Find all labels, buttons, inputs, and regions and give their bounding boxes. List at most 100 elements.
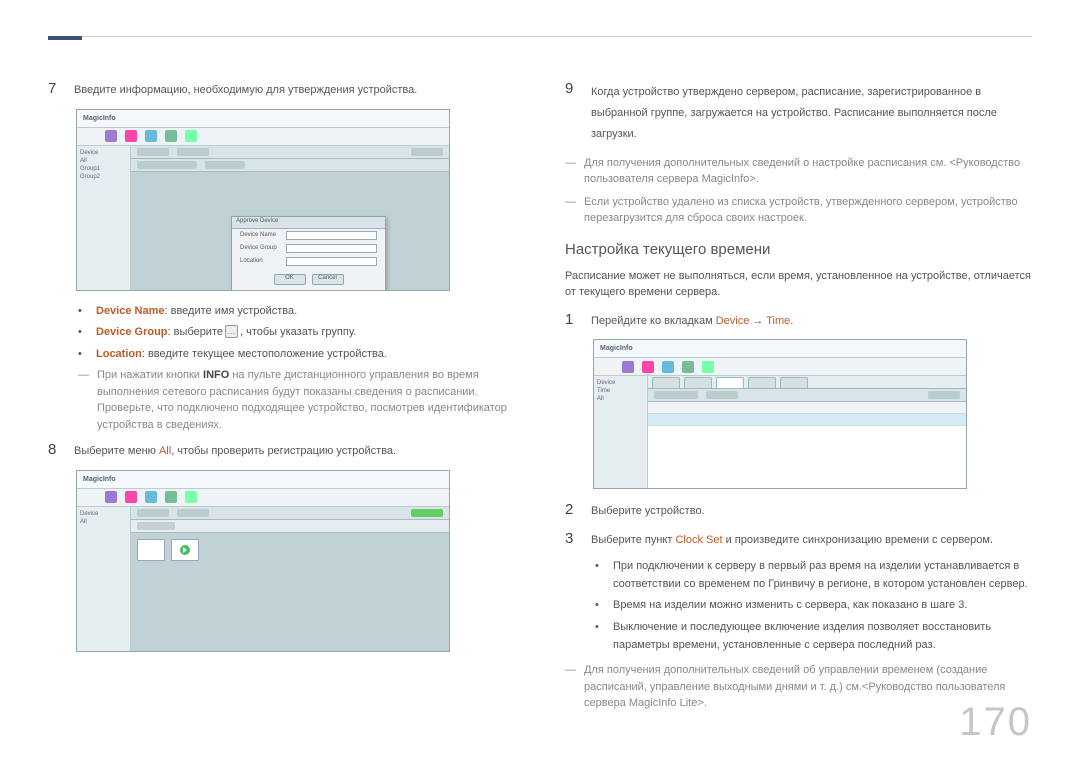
- page-content: 7 Введите информацию, необходимую для ут…: [0, 0, 1080, 748]
- group-button-icon: …: [225, 325, 238, 338]
- step-number: 9: [565, 80, 579, 98]
- bullet-change-time: • Время на изделии можно изменить с серв…: [595, 597, 1032, 615]
- screenshot-all-devices: MagicInfo DeviceAll: [76, 470, 450, 652]
- toolbar-icon: [622, 361, 634, 373]
- time-step-3: 3 Выберите пункт Clock Set и произведите…: [565, 530, 1032, 549]
- toolbar-icon: [682, 361, 694, 373]
- cancel-button: Cancel: [312, 274, 344, 285]
- ss-main: [648, 376, 966, 488]
- bullet-text: Device Group: выберите…, чтобы указать г…: [96, 324, 356, 342]
- ss-header: MagicInfo: [594, 340, 966, 358]
- ss-body: DeviceAllGroup1Group2 Approve Device Dev…: [77, 146, 449, 290]
- toolbar-icon: [702, 361, 714, 373]
- right-column: 9 Когда устройство утверждено сервером, …: [565, 40, 1032, 718]
- dialog-field: Device Group: [232, 242, 385, 255]
- time-step-2: 2 Выберите устройство.: [565, 501, 1032, 520]
- dash-icon: ―: [78, 367, 89, 433]
- toolbar-icon: [662, 361, 674, 373]
- bullet-location: • Location: введите текущее местоположен…: [78, 346, 515, 364]
- ss-body: DeviceAll: [77, 507, 449, 651]
- ss-tabrow: [648, 376, 966, 389]
- ss-toolbar: [594, 358, 966, 376]
- ss-content: [648, 402, 966, 488]
- ss-bar: [131, 520, 449, 533]
- toolbar-icon: [185, 491, 197, 503]
- screenshot-approve-device: MagicInfo DeviceAllGroup1Group2 Ap: [76, 109, 450, 291]
- dash-icon: ―: [565, 155, 576, 188]
- toolbar-icon: [185, 130, 197, 142]
- thumb-row: [131, 533, 449, 567]
- bullet-dot: •: [595, 597, 603, 615]
- bullet-text: Время на изделии можно изменить с сервер…: [613, 597, 967, 615]
- bullet-device-name: • Device Name: введите имя устройства.: [78, 303, 515, 321]
- device-thumb: [137, 539, 165, 561]
- note-text: Для получения дополнительных сведений о …: [584, 155, 1032, 188]
- ss-body: DeviceTimeAll: [594, 376, 966, 488]
- step-text: Выберите устройство.: [591, 501, 1032, 520]
- step-7: 7 Введите информацию, необходимую для ут…: [48, 80, 515, 99]
- step-number: 8: [48, 441, 62, 459]
- ss-sidebar: DeviceTimeAll: [594, 376, 648, 488]
- step-text: Когда устройство утверждено сервером, ра…: [591, 80, 1032, 145]
- step-text: Выберите пункт Clock Set и произведите с…: [591, 530, 1032, 549]
- dialog-field: Device Name: [232, 229, 385, 242]
- bullet-device-group: • Device Group: выберите…, чтобы указать…: [78, 324, 515, 342]
- step-number: 3: [565, 530, 579, 548]
- bullet-gmt: • При подключении к серверу в первый раз…: [595, 558, 1032, 593]
- bullet-dot: •: [78, 346, 86, 364]
- tab: [684, 377, 712, 388]
- time-intro: Расписание может не выполняться, если вр…: [565, 268, 1032, 301]
- step-text: Введите информацию, необходимую для утве…: [74, 80, 515, 99]
- step-number: 7: [48, 80, 62, 98]
- page-number: 170: [959, 700, 1032, 745]
- dialog-buttons: OK Cancel: [232, 268, 385, 285]
- ss-toolbar: [77, 489, 449, 507]
- ss-header: MagicInfo: [77, 110, 449, 128]
- ss-header: MagicInfo: [77, 471, 449, 489]
- step-text: Перейдите ко вкладкам Device → Time.: [591, 311, 1032, 330]
- ss-bar: [648, 389, 966, 402]
- toolbar-icon: [105, 130, 117, 142]
- note-info: ― При нажатии кнопки INFO на пульте дист…: [78, 367, 515, 433]
- bullet-dot: •: [595, 558, 603, 593]
- step-number: 1: [565, 311, 579, 329]
- note-device-removed: ― Если устройство удалено из списка устр…: [565, 194, 1032, 227]
- toolbar-icon: [165, 491, 177, 503]
- bullet-dot: •: [78, 303, 86, 321]
- ss-main: [131, 507, 449, 651]
- time-setup-heading: Настройка текущего времени: [565, 241, 1032, 258]
- step-9: 9 Когда устройство утверждено сервером, …: [565, 80, 1032, 145]
- toolbar-icon: [165, 130, 177, 142]
- approve-dialog: Approve Device Device Name Device Group …: [231, 216, 386, 291]
- screenshot-device-time: MagicInfo DeviceTimeAll: [593, 339, 967, 489]
- dash-icon: ―: [565, 662, 576, 712]
- dialog-title: Approve Device: [232, 217, 385, 229]
- bullet-text: При подключении к серверу в первый раз в…: [613, 558, 1032, 593]
- ss-content: [131, 533, 449, 651]
- step-8: 8 Выберите меню All, чтобы проверить рег…: [48, 441, 515, 460]
- tab-active: [716, 377, 744, 388]
- tab: [652, 377, 680, 388]
- step-text: Выберите меню All, чтобы проверить регис…: [74, 441, 515, 460]
- ss-main: Approve Device Device Name Device Group …: [131, 146, 449, 290]
- tab: [780, 377, 808, 388]
- note-text: При нажатии кнопки INFO на пульте дистан…: [97, 367, 515, 433]
- bullet-text: Device Name: введите имя устройства.: [96, 303, 297, 321]
- ok-button: OK: [274, 274, 306, 285]
- ss-sidebar: DeviceAllGroup1Group2: [77, 146, 131, 290]
- time-step-1: 1 Перейдите ко вкладкам Device → Time.: [565, 311, 1032, 330]
- ss-toolbar: [77, 128, 449, 146]
- note-text: Если устройство удалено из списка устрой…: [584, 194, 1032, 227]
- ss-bar: [131, 146, 449, 159]
- step-number: 2: [565, 501, 579, 519]
- toolbar-icon: [642, 361, 654, 373]
- left-column: 7 Введите информацию, необходимую для ут…: [48, 40, 515, 718]
- ss-sidebar: DeviceAll: [77, 507, 131, 651]
- ss-logo: MagicInfo: [83, 115, 116, 122]
- toolbar-icon: [105, 491, 117, 503]
- bullet-text: Выключение и последующее включение издел…: [613, 619, 1032, 654]
- toolbar-icon: [145, 130, 157, 142]
- ss-logo: MagicInfo: [83, 476, 116, 483]
- bullet-text: Location: введите текущее местоположение…: [96, 346, 387, 364]
- dash-icon: ―: [565, 194, 576, 227]
